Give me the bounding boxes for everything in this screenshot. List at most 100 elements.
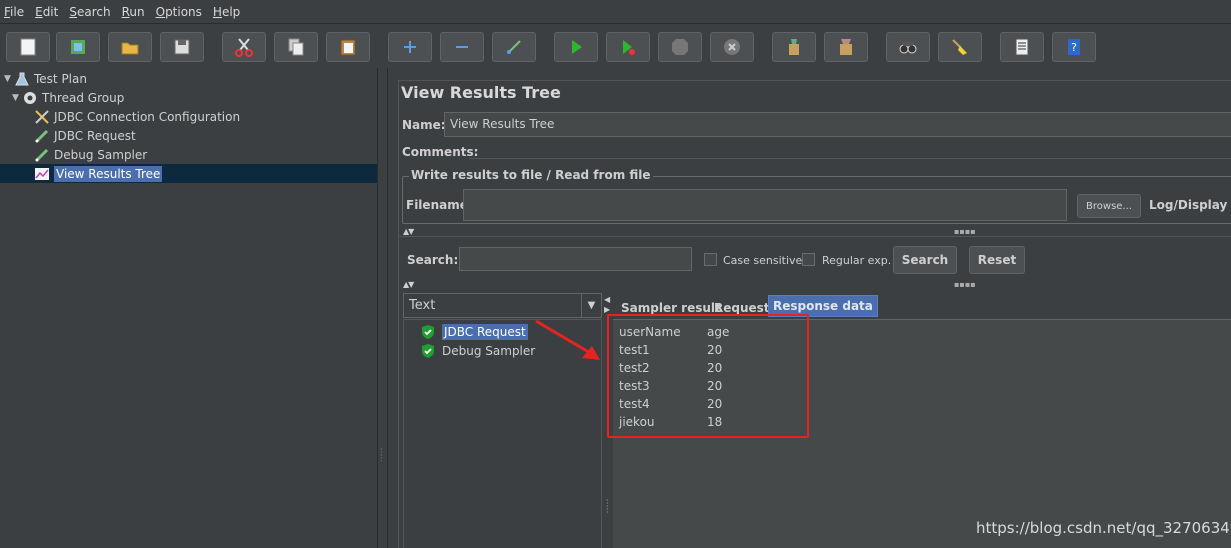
broom-icon: [952, 39, 967, 55]
menu-file[interactable]: File: [4, 5, 24, 19]
paste-icon: [340, 39, 356, 56]
success-shield-icon: [422, 343, 434, 358]
list-item[interactable]: JDBC Request: [420, 322, 528, 341]
start-button[interactable]: [554, 32, 598, 62]
new-button[interactable]: [6, 32, 50, 62]
start-no-pauses-button[interactable]: [606, 32, 650, 62]
clear-all-button[interactable]: [824, 32, 868, 62]
reset-search-button[interactable]: [938, 32, 982, 62]
search-input[interactable]: [459, 247, 692, 271]
reset-button[interactable]: Reset: [969, 246, 1025, 274]
graph-icon: [34, 166, 50, 182]
stop-icon: [672, 39, 688, 55]
toolbar: ?: [0, 26, 1231, 68]
tree-item-test-plan[interactable]: ▼ Test Plan: [4, 69, 87, 88]
pipette-icon: [34, 147, 50, 163]
filename-label: Filename: [406, 198, 468, 212]
name-field[interactable]: View Results Tree: [444, 112, 1231, 137]
browse-button[interactable]: Browse...: [1077, 194, 1141, 218]
templates-button[interactable]: [56, 32, 100, 62]
tree-item-jdbc-connection[interactable]: JDBC Connection Configuration: [34, 107, 240, 126]
list-item[interactable]: Debug Sampler: [420, 341, 535, 360]
gear-icon: [22, 90, 38, 106]
tree-item-thread-group[interactable]: ▼ Thread Group: [12, 88, 124, 107]
group-title: Write results to file / Read from file: [409, 168, 653, 182]
list-item-label: JDBC Request: [442, 323, 528, 340]
renderer-selected: Text: [409, 298, 436, 313]
function-helper-icon: [1015, 38, 1029, 56]
flask-icon: [14, 71, 30, 87]
paste-button[interactable]: [326, 32, 370, 62]
clear-icon: [789, 39, 799, 55]
menu-edit[interactable]: Edit: [35, 5, 58, 19]
pipette-icon: [34, 128, 50, 144]
splitter-grip: · · · · ·: [606, 496, 609, 517]
test-plan-tree: ▼ Test Plan ▼ Thread Group JDBC Connecti…: [0, 68, 378, 548]
tree-item-label: JDBC Request: [54, 128, 136, 143]
tree-item-label: Thread Group: [42, 90, 125, 105]
case-sensitive-checkbox[interactable]: [704, 253, 717, 266]
menu-options[interactable]: Options: [156, 5, 202, 19]
vertical-splitter[interactable]: · · · · ·: [378, 68, 388, 548]
regular-exp-checkbox[interactable]: [802, 253, 815, 266]
collapse-arrows-icon[interactable]: ▲▼: [403, 280, 414, 289]
help-icon: ?: [1068, 39, 1080, 55]
start-icon: [572, 40, 582, 54]
list-item-label: Debug Sampler: [442, 343, 536, 358]
filename-input[interactable]: [463, 189, 1067, 221]
function-helper-button[interactable]: [1000, 32, 1044, 62]
expand-button[interactable]: [388, 32, 432, 62]
highlight-box: [607, 314, 809, 438]
view-results-tree-panel: View Results Tree Name: View Results Tre…: [398, 80, 1231, 548]
shutdown-icon: [724, 39, 740, 55]
comments-label: Comments:: [402, 145, 479, 159]
search-submit-button[interactable]: Search: [893, 246, 957, 274]
menu-run[interactable]: Run: [122, 5, 145, 19]
annotation-arrow-icon: [535, 319, 600, 360]
collapse-arrows-icon[interactable]: ▲▼: [403, 227, 414, 236]
tree-item-label: JDBC Connection Configuration: [54, 109, 241, 124]
renderer-select[interactable]: Text ▼: [403, 293, 602, 318]
collapse-button[interactable]: [440, 32, 484, 62]
menu-search[interactable]: Search: [69, 5, 110, 19]
copy-icon: [288, 38, 304, 56]
copy-button[interactable]: [274, 32, 318, 62]
watermark: https://blog.csdn.net/qq_32706349: [976, 519, 1231, 537]
success-shield-icon: [422, 324, 434, 339]
search-label: Search:: [407, 253, 459, 267]
templates-icon: [71, 40, 85, 54]
stop-button[interactable]: [658, 32, 702, 62]
log-display-label: Log/Display Onl: [1149, 198, 1231, 212]
binoculars-icon: [899, 42, 917, 54]
chevron-down-icon[interactable]: ▼: [581, 294, 601, 317]
new-icon: [20, 38, 36, 56]
splitter-arrows-icon[interactable]: ◀ ▶: [604, 295, 610, 315]
tree-item-jdbc-request[interactable]: JDBC Request: [34, 126, 136, 145]
splitter-grip[interactable]: ▪▪▪▪: [954, 227, 976, 236]
section-divider: [399, 236, 1231, 237]
expand-arrow-icon[interactable]: ▼: [4, 74, 14, 84]
expand-icon: [404, 41, 416, 53]
comments-divider: [469, 158, 1231, 159]
tree-item-debug-sampler[interactable]: Debug Sampler: [34, 145, 147, 164]
tree-item-view-results-tree[interactable]: View Results Tree: [0, 164, 377, 183]
tree-item-label: Debug Sampler: [54, 147, 148, 162]
search-button[interactable]: [886, 32, 930, 62]
regular-exp-label: Regular exp.: [822, 254, 892, 267]
case-sensitive-label: Case sensitive: [723, 254, 803, 267]
clear-button[interactable]: [772, 32, 816, 62]
save-icon: [174, 39, 190, 55]
help-button[interactable]: ?: [1052, 32, 1096, 62]
expand-arrow-icon[interactable]: ▼: [12, 93, 22, 103]
splitter-grip[interactable]: ▪▪▪▪: [954, 280, 976, 289]
menu-help[interactable]: Help: [213, 5, 240, 19]
menu-bar: File Edit Search Run Options Help: [0, 0, 1231, 24]
toggle-icon: [507, 40, 521, 54]
save-button[interactable]: [160, 32, 204, 62]
shutdown-button[interactable]: [710, 32, 754, 62]
open-button[interactable]: [108, 32, 152, 62]
toggle-button[interactable]: [492, 32, 536, 62]
write-results-group: Write results to file / Read from file F…: [402, 168, 1231, 224]
cut-button[interactable]: [222, 32, 266, 62]
wrench-icon: [34, 109, 50, 125]
